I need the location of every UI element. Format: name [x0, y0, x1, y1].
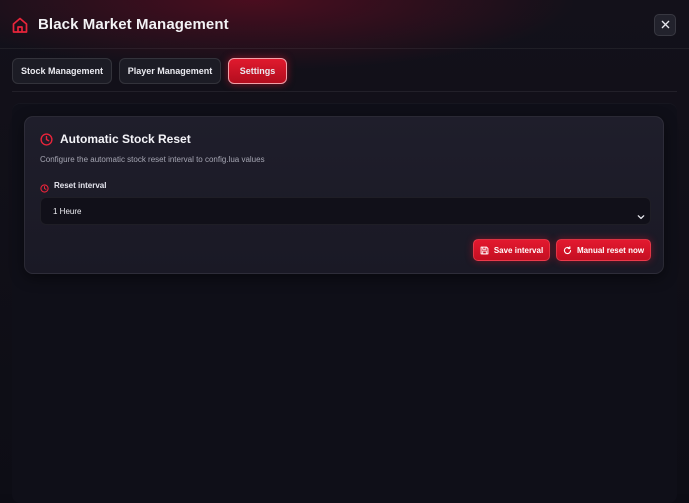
chevron-down-icon [637, 208, 645, 220]
app-window: Black Market Management Stock Management… [0, 0, 689, 503]
card-description: Configure the automatic stock reset inte… [40, 155, 265, 164]
reset-interval-select[interactable]: 1 Heure [40, 197, 651, 225]
stock-reset-card: Automatic Stock Reset Configure the auto… [24, 116, 664, 274]
header: Black Market Management [0, 0, 689, 49]
close-button[interactable] [654, 14, 676, 36]
manual-reset-button[interactable]: Manual reset now [556, 239, 651, 261]
selected-interval: 1 Heure [53, 207, 82, 216]
save-interval-button[interactable]: Save interval [473, 239, 550, 261]
app-title: Black Market Management [38, 16, 229, 33]
clock-icon [40, 133, 53, 146]
card-title: Automatic Stock Reset [60, 132, 191, 146]
home-icon [11, 16, 29, 34]
clock-icon [40, 180, 49, 193]
save-interval-label: Save interval [493, 245, 544, 255]
tabs-divider [12, 91, 677, 92]
manual-reset-label: Manual reset now [576, 245, 645, 255]
tab-settings[interactable]: Settings [228, 58, 287, 84]
reset-interval-label: Reset interval [54, 181, 107, 190]
floppy-disk-icon [480, 246, 489, 254]
tab-player-management[interactable]: Player Management [119, 58, 221, 84]
tab-stock-management[interactable]: Stock Management [12, 58, 112, 84]
refresh-icon [563, 245, 572, 254]
close-icon [661, 16, 670, 34]
